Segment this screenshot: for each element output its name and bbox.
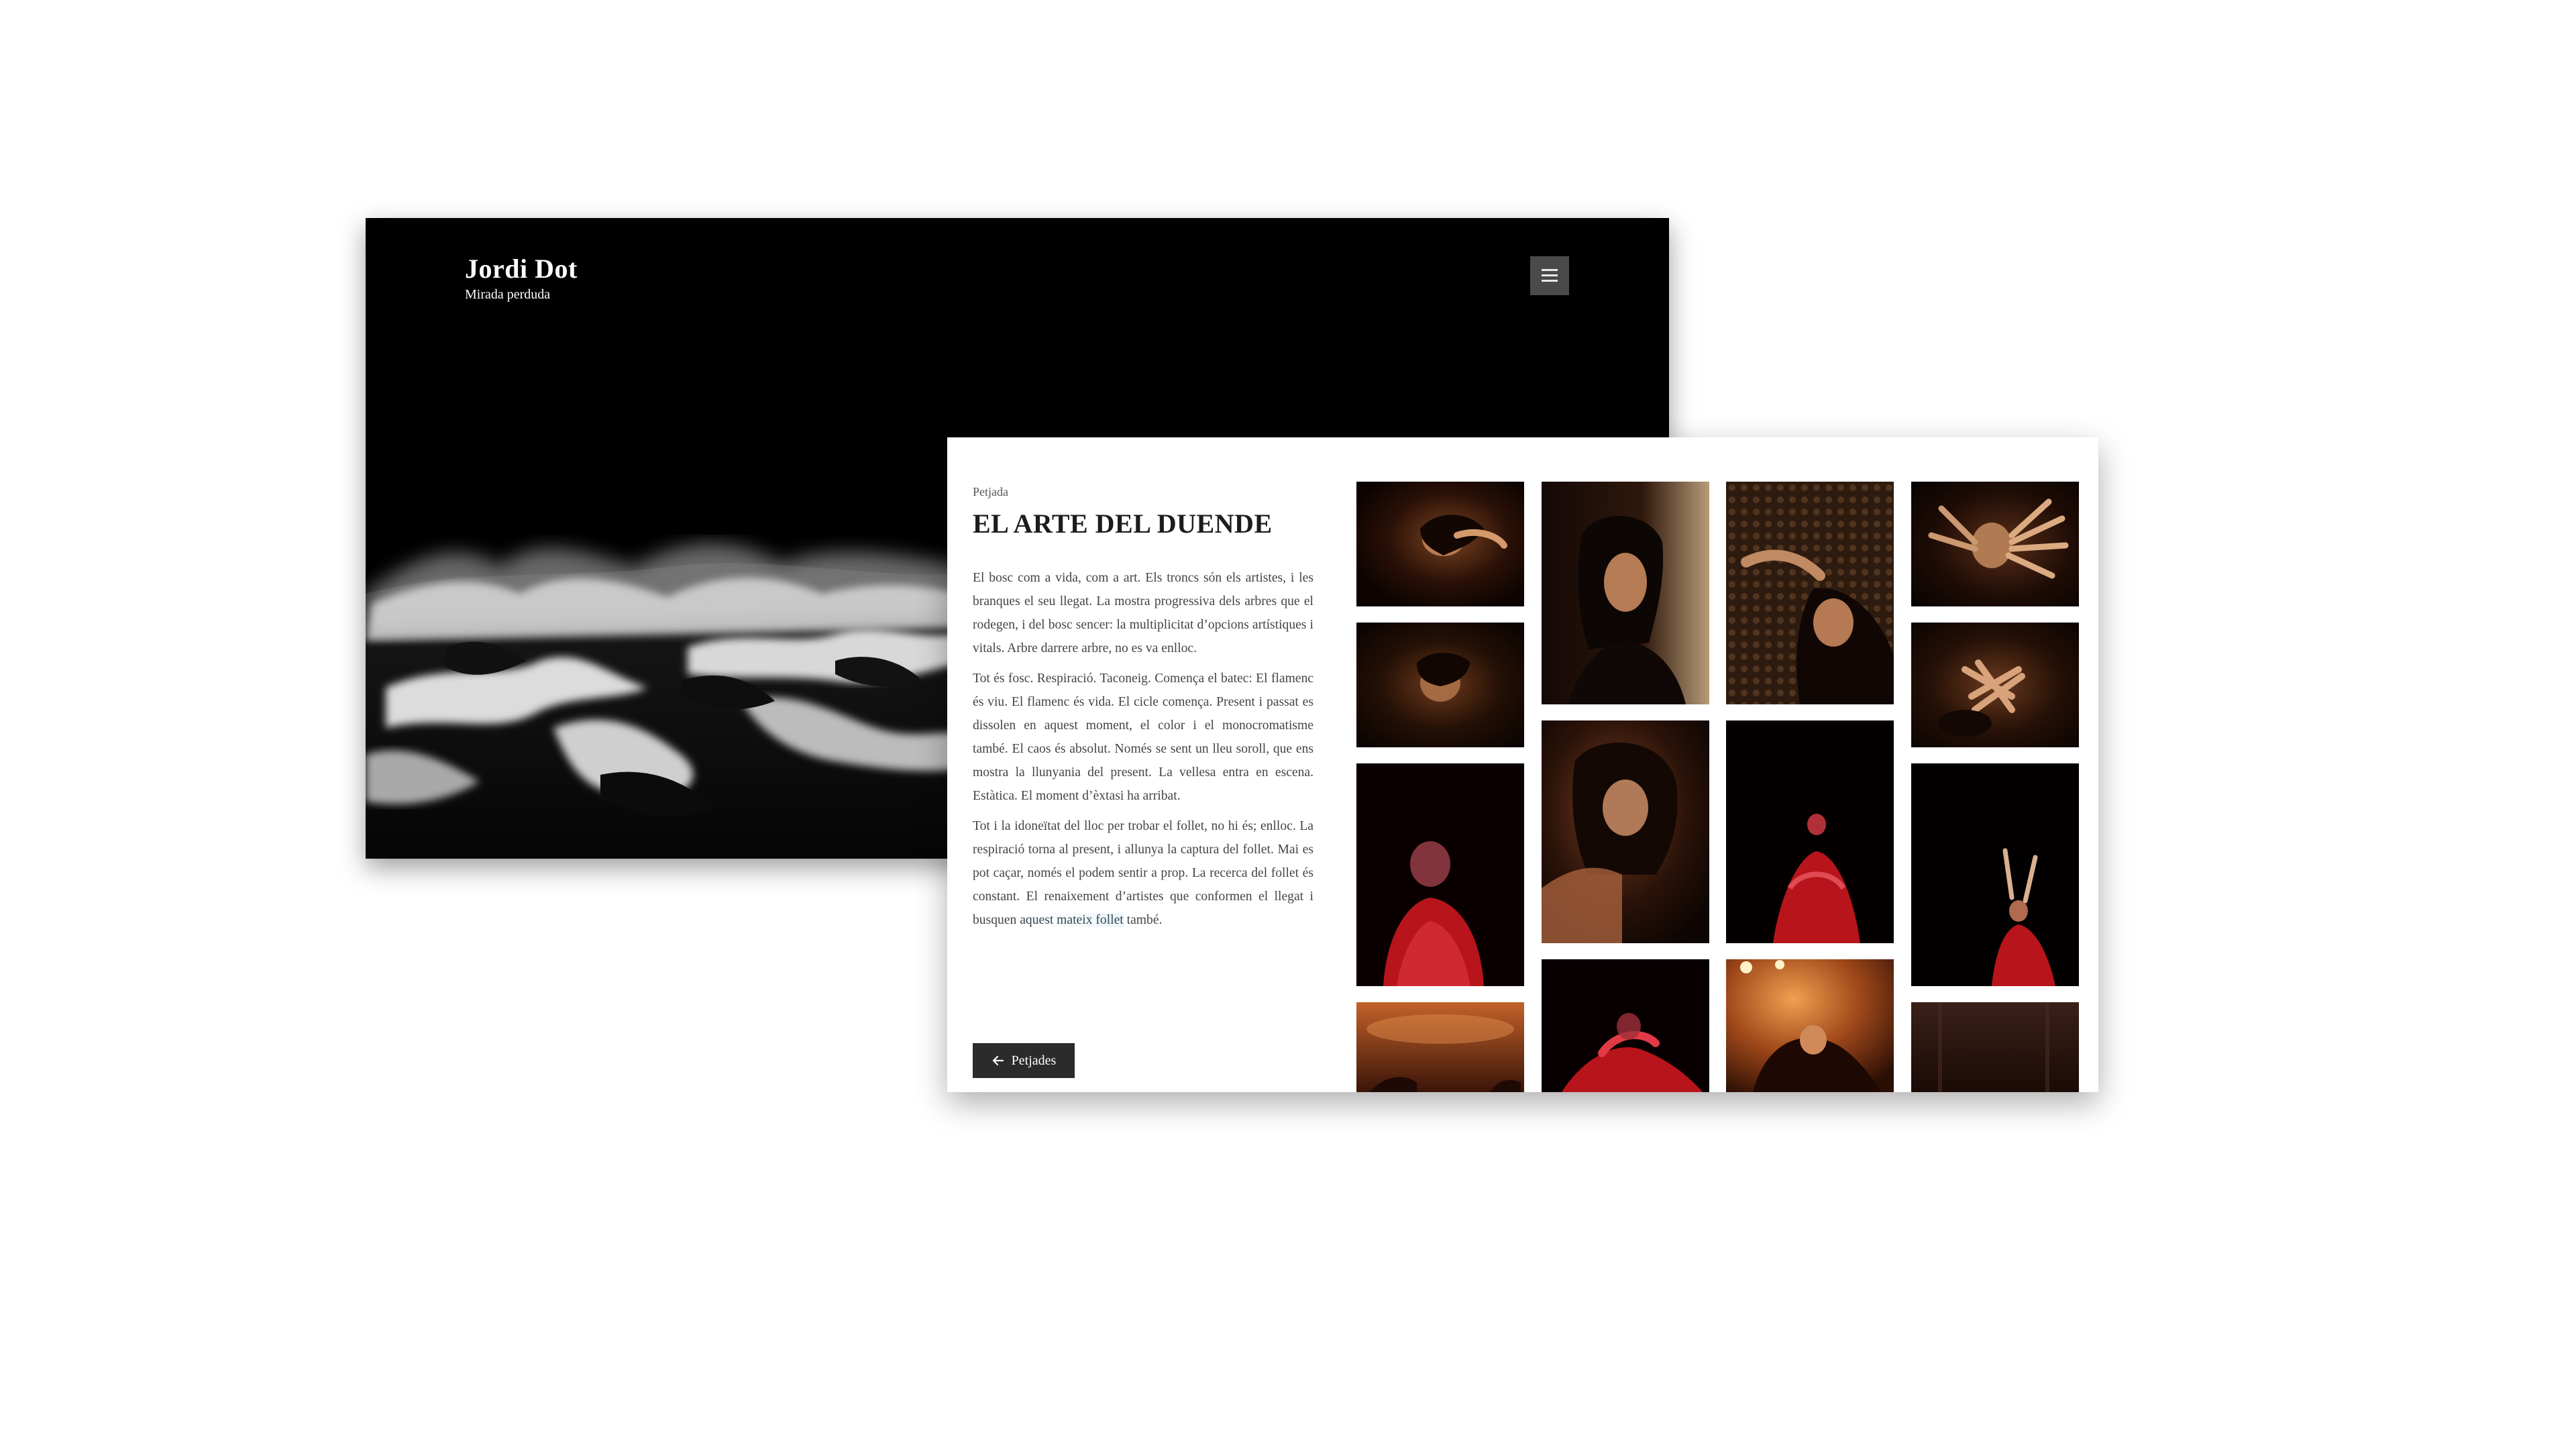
site-tagline: Mirada perduda [465, 287, 551, 302]
photo-gallery [947, 437, 2098, 1092]
gallery-thumbnail[interactable] [1726, 482, 1894, 704]
menu-button[interactable] [1530, 256, 1569, 295]
gallery-thumbnail[interactable] [1356, 1002, 1524, 1092]
gallery-thumbnail[interactable] [1726, 720, 1894, 943]
gallery-thumbnail[interactable] [1356, 482, 1524, 606]
gallery-thumbnail[interactable] [1356, 623, 1524, 747]
gallery-thumbnail[interactable] [1726, 959, 1894, 1092]
gallery-thumbnail[interactable] [1911, 1002, 2079, 1092]
gallery-thumbnail[interactable] [1542, 959, 1709, 1092]
project-page-window: Petjada EL ARTE DEL DUENDE El bosc com a… [947, 437, 2098, 1092]
site-title[interactable]: Jordi Dot [465, 253, 578, 285]
gallery-thumbnail[interactable] [1911, 482, 2079, 606]
site-brand[interactable]: Jordi Dot Mirada perduda [465, 253, 578, 303]
gallery-thumbnail[interactable] [1911, 763, 2079, 986]
gallery-thumbnail[interactable] [1542, 482, 1709, 704]
gallery-thumbnail[interactable] [1542, 720, 1709, 943]
gallery-thumbnail[interactable] [1911, 623, 2079, 747]
gallery-thumbnail[interactable] [1356, 763, 1524, 986]
